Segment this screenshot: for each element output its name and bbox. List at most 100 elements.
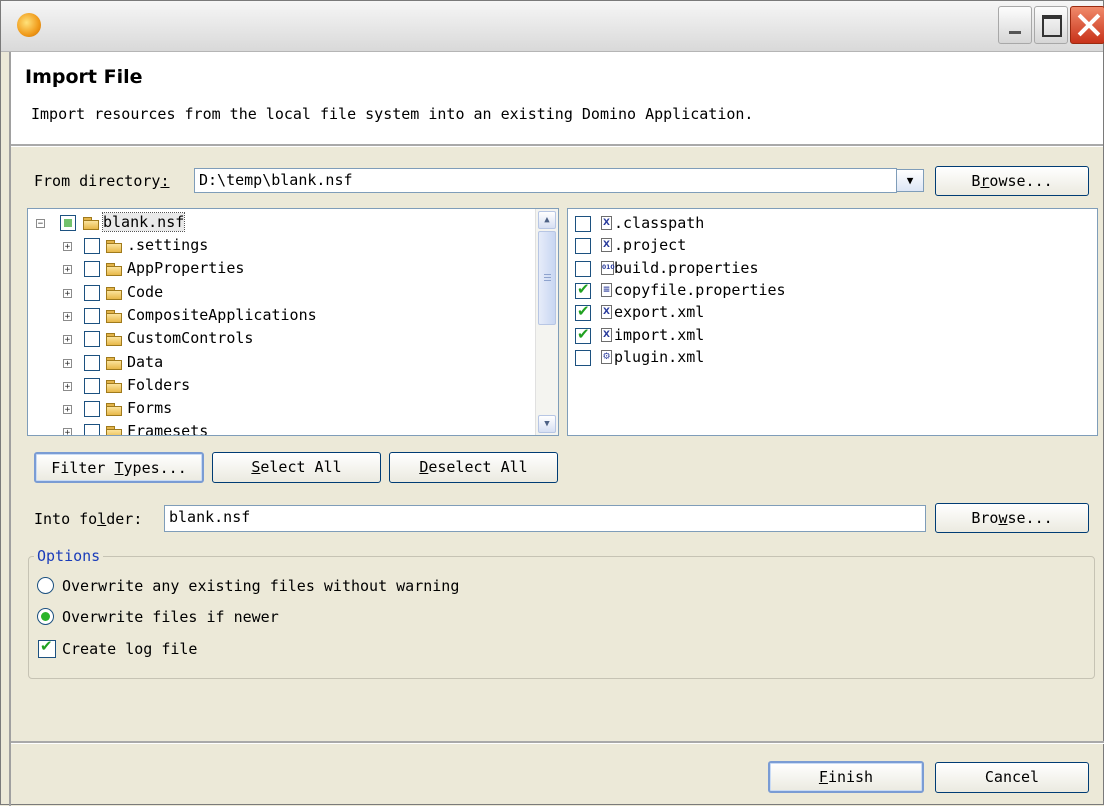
file-item-checkbox[interactable] — [575, 280, 591, 299]
scroll-up-icon[interactable]: ▲ — [538, 211, 556, 229]
file-item-label[interactable]: plugin.xml — [614, 348, 704, 366]
file-item-label[interactable]: .project — [614, 236, 686, 254]
finish-button[interactable]: Finish — [768, 761, 924, 793]
xml-file-icon: X — [601, 216, 612, 230]
folder-open-icon — [106, 333, 122, 347]
file-list-item[interactable]: 010 build.properties — [568, 259, 1088, 281]
xml-file-icon: X — [601, 238, 612, 253]
file-item-checkbox[interactable] — [575, 238, 591, 255]
expand-icon[interactable]: + — [63, 335, 72, 345]
file-list[interactable]: X.classpathX.project010build.properties≡… — [567, 208, 1098, 436]
file-list-item[interactable]: Xexport.xml — [568, 302, 1088, 325]
file-list-item[interactable]: Ximport.xml — [568, 325, 1088, 348]
select-all-button[interactable]: Select All — [212, 452, 381, 483]
cancel-button[interactable]: Cancel — [935, 762, 1089, 793]
file-item-checkbox[interactable] — [575, 325, 591, 344]
file-list-item[interactable]: X .classpath — [568, 214, 1088, 236]
xml-file-icon: X — [601, 327, 612, 342]
browse-folder-button[interactable]: Browse... — [935, 503, 1089, 533]
file-item-checkbox[interactable] — [575, 216, 591, 232]
file-item-label[interactable]: .classpath — [614, 214, 704, 232]
create-log-file-label[interactable]: Create log file — [62, 640, 197, 658]
tree-item[interactable]: + CompositeApplications — [28, 306, 528, 328]
tree-item-checkbox[interactable] — [84, 354, 100, 371]
file-item-checkbox[interactable] — [575, 260, 591, 277]
folder-open-icon — [106, 263, 122, 277]
tree-item-label[interactable]: Forms — [127, 399, 172, 417]
maximize-button[interactable] — [1034, 6, 1068, 44]
scroll-down-icon[interactable]: ▼ — [538, 415, 556, 433]
binary-file-icon: 010 — [601, 260, 615, 275]
tree-item[interactable]: + Forms — [28, 399, 528, 421]
from-directory-combo[interactable]: D:\temp\blank.nsf — [194, 168, 897, 193]
tree-item-label[interactable]: Framesets — [127, 422, 208, 435]
folder-open-icon — [106, 309, 122, 323]
tree-item-label[interactable]: Code — [127, 283, 163, 301]
page-description: Import resources from the local file sys… — [31, 105, 754, 123]
file-item-label[interactable]: import.xml — [614, 326, 704, 344]
footer-divider — [11, 741, 1104, 744]
filter-types-button[interactable]: Filter Types... — [34, 452, 204, 483]
expand-icon[interactable]: + — [63, 358, 72, 368]
create-log-file-checkbox[interactable] — [38, 637, 56, 658]
tree-root-checkbox[interactable] — [60, 215, 76, 231]
overwrite-if-newer-label[interactable]: Overwrite files if newer — [62, 608, 279, 626]
expand-icon[interactable]: + — [63, 381, 72, 391]
expand-icon[interactable]: + — [63, 311, 72, 321]
tree-item-checkbox[interactable] — [84, 401, 100, 418]
into-folder-field[interactable]: blank.nsf — [164, 505, 926, 532]
expand-icon[interactable]: + — [63, 428, 72, 435]
scroll-thumb[interactable] — [538, 231, 556, 325]
overwrite-without-warning-radio[interactable] — [37, 577, 54, 594]
tree-item-checkbox[interactable] — [84, 307, 100, 324]
expand-icon[interactable]: + — [63, 242, 72, 252]
expand-icon[interactable]: + — [63, 288, 72, 298]
minimize-button[interactable] — [998, 6, 1032, 44]
tree-item-label[interactable]: CompositeApplications — [127, 306, 317, 324]
tree-item-label[interactable]: AppProperties — [127, 259, 244, 277]
close-button[interactable] — [1070, 6, 1104, 44]
tree-root-row[interactable]: − blank.nsf — [28, 212, 528, 235]
expand-icon[interactable]: + — [63, 265, 72, 275]
tree-root-label[interactable]: blank.nsf — [101, 212, 186, 232]
tree-item-label[interactable]: CustomControls — [127, 329, 253, 347]
folder-open-icon — [106, 379, 122, 393]
chevron-down-icon[interactable]: ▼ — [896, 169, 924, 192]
file-item-label[interactable]: copyfile.properties — [614, 281, 786, 299]
tree-item[interactable]: + CustomControls — [28, 329, 528, 351]
collapse-icon[interactable]: − — [36, 219, 45, 229]
file-item-label[interactable]: build.properties — [614, 259, 759, 277]
file-list-item[interactable]: ⚙ plugin.xml — [568, 348, 1088, 370]
tree-item-label[interactable]: Data — [127, 353, 163, 371]
tree-item-checkbox[interactable] — [84, 284, 100, 301]
file-list-item[interactable]: X .project — [568, 236, 1088, 258]
tree-item[interactable]: + Folders — [28, 376, 528, 398]
xml-file-icon: X — [601, 305, 612, 320]
folder-tree[interactable]: − blank.nsf + .settings + AppProperties + Code +… — [27, 208, 559, 436]
tree-item[interactable]: + Framesets — [28, 422, 528, 435]
tree-item-checkbox[interactable] — [84, 331, 100, 348]
tree-scrollbar[interactable]: ▲ ▼ — [535, 209, 558, 435]
tree-item-label[interactable]: .settings — [127, 236, 208, 254]
browse-directory-button[interactable]: Browse... — [935, 166, 1089, 196]
tree-item[interactable]: + Data — [28, 353, 528, 375]
tree-item[interactable]: + AppProperties — [28, 259, 528, 281]
tree-item-label[interactable]: Folders — [127, 376, 190, 394]
tree-item-checkbox[interactable] — [84, 424, 100, 435]
deselect-all-button[interactable]: Deselect All — [389, 452, 558, 483]
tree-item[interactable]: + Code — [28, 283, 528, 305]
title-bar[interactable] — [1, 1, 1104, 52]
tree-item-checkbox[interactable] — [84, 238, 100, 254]
expand-icon[interactable]: + — [63, 405, 72, 415]
overwrite-without-warning-label[interactable]: Overwrite any existing files without war… — [62, 577, 459, 595]
file-list-item[interactable]: ≡copyfile.properties — [568, 280, 1088, 303]
overwrite-if-newer-radio[interactable] — [37, 608, 54, 625]
folder-open-icon — [106, 356, 122, 370]
file-item-label[interactable]: export.xml — [614, 303, 704, 321]
tree-item-checkbox[interactable] — [84, 261, 100, 278]
tree-item-checkbox[interactable] — [84, 377, 100, 394]
file-item-checkbox[interactable] — [575, 349, 591, 366]
file-item-checkbox[interactable] — [575, 302, 591, 322]
folder-open-icon — [106, 240, 122, 253]
tree-item[interactable]: + .settings — [28, 236, 528, 258]
